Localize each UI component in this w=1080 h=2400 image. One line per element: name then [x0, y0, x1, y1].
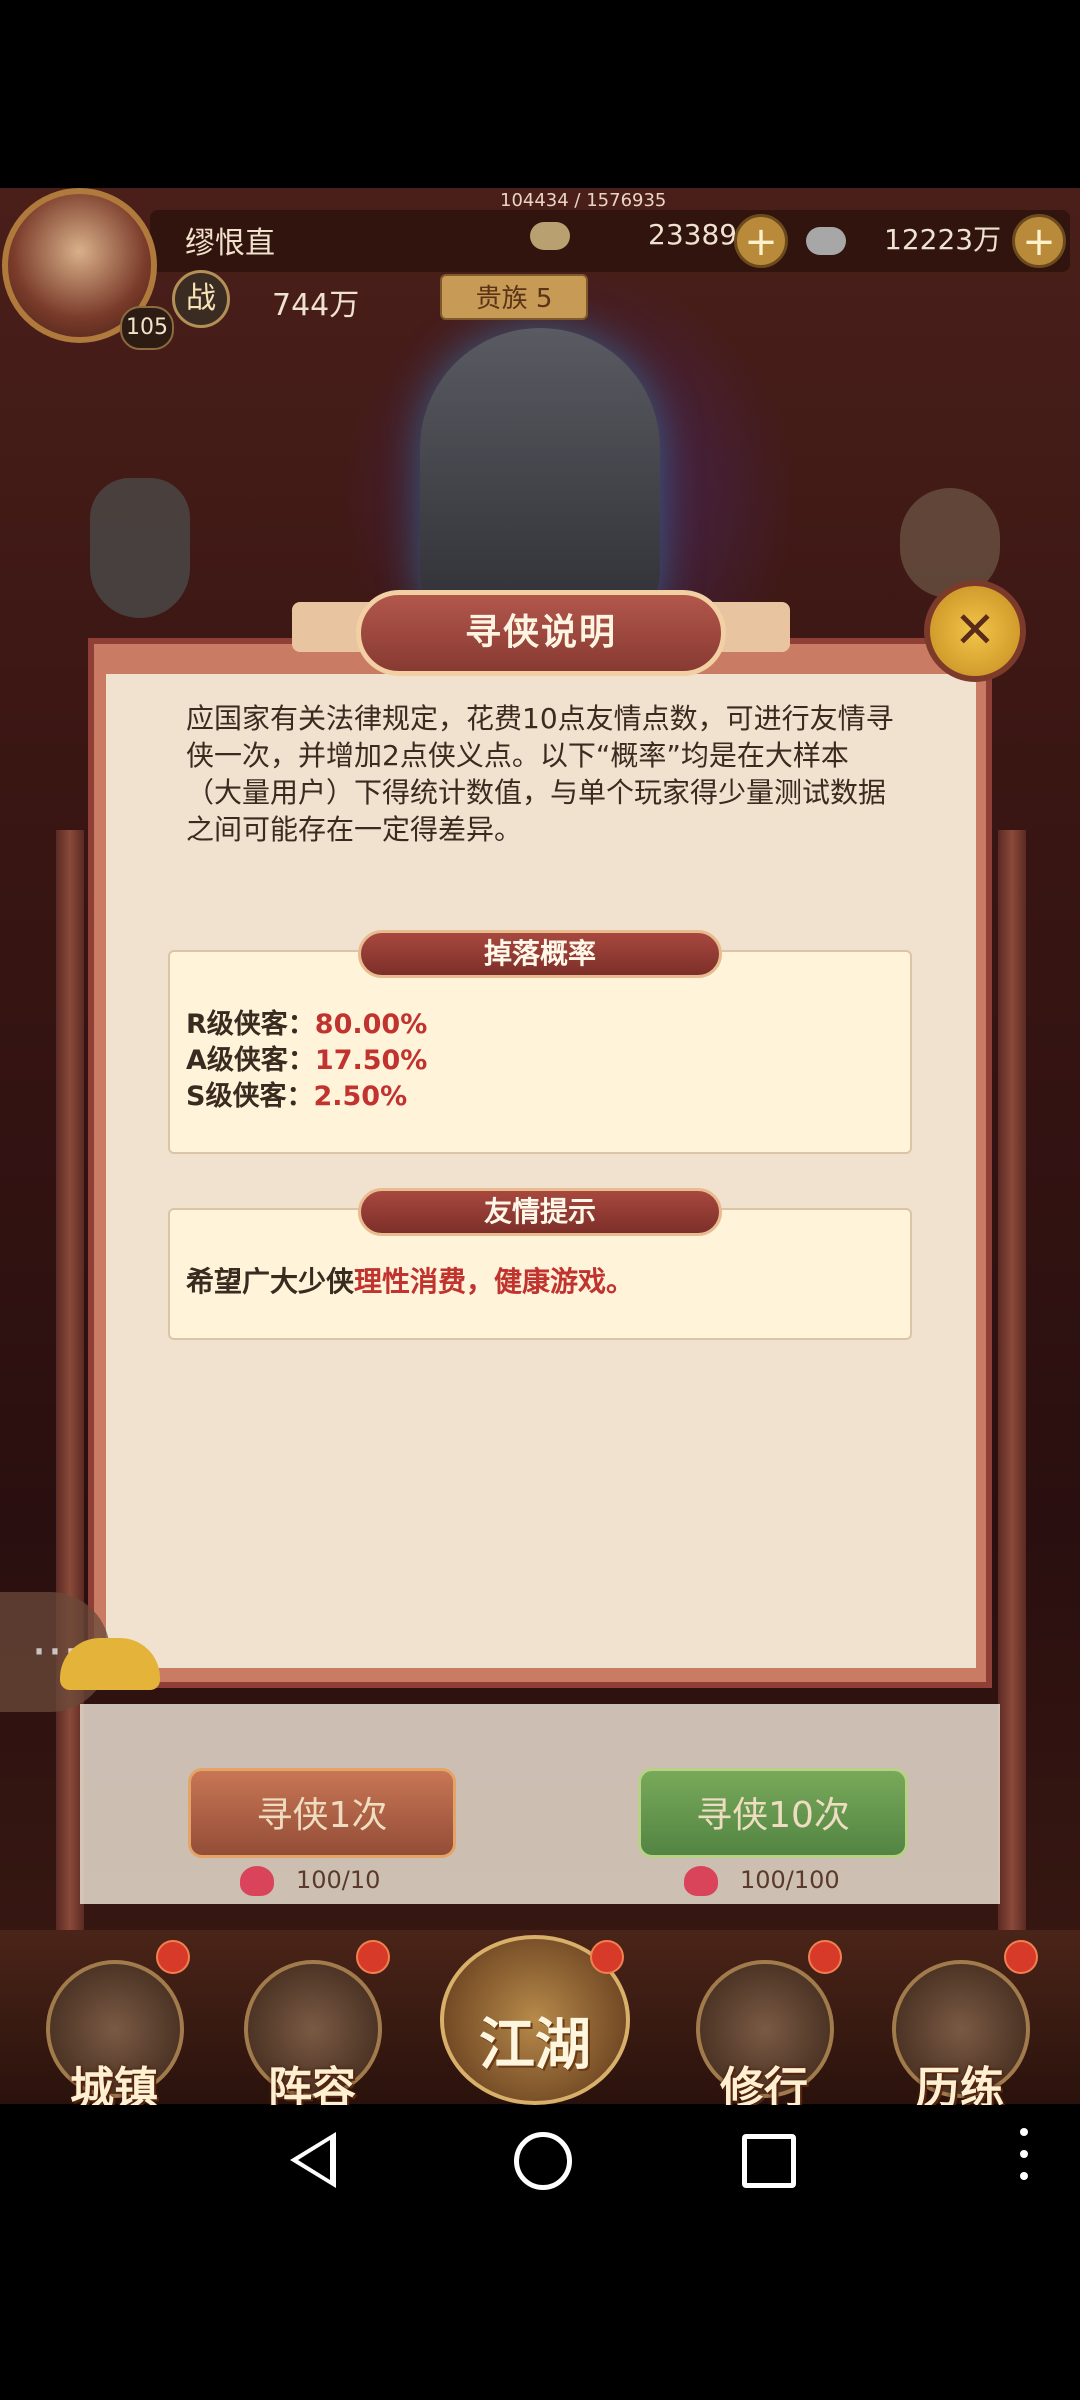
gold-resource: 23389: [530, 218, 737, 264]
notification-dot: [590, 1940, 624, 1974]
back-icon[interactable]: [290, 2132, 336, 2188]
notification-dot: [356, 1940, 390, 1974]
close-icon: ✕: [954, 601, 996, 659]
power-value: 744万: [272, 288, 360, 323]
close-button[interactable]: ✕: [924, 580, 1026, 682]
notification-dot: [1004, 1940, 1038, 1974]
recruit-ten-button[interactable]: 寻侠10次: [638, 1768, 908, 1858]
heart-icon: [240, 1866, 274, 1896]
gold-value: 23389: [648, 218, 738, 251]
add-gold-button[interactable]: +: [734, 214, 788, 268]
intro-text: 应国家有关法律规定，花费10点友情点数，可进行友情寻侠一次，并增加2点侠义点。以…: [186, 702, 894, 846]
nav-jianghu-label: 江湖: [479, 2013, 591, 2078]
add-silver-button[interactable]: +: [1012, 214, 1066, 268]
home-icon[interactable]: [514, 2132, 572, 2190]
tip-tab: 友情提示: [358, 1188, 722, 1236]
power-icon: 战: [172, 270, 230, 328]
heart-icon: [684, 1866, 718, 1896]
noble-rank-badge[interactable]: 贵族 5: [440, 274, 588, 320]
player-level: 105: [120, 306, 174, 350]
silver-value: 12223万: [884, 223, 1002, 256]
recents-icon[interactable]: [742, 2134, 796, 2188]
rate-s: S级侠客：2.50%: [186, 1081, 408, 1112]
recruit-once-button[interactable]: 寻侠1次: [188, 1768, 456, 1858]
cost-ten: 100/100: [684, 1866, 840, 1896]
rate-a: A级侠客：17.50%: [186, 1045, 428, 1076]
gold-ornament: [60, 1638, 160, 1690]
notification-dot: [808, 1940, 842, 1974]
dialog-title: 寻侠说明: [356, 590, 726, 676]
exp-text: 104434 / 1576935: [500, 190, 667, 211]
player-name: 缪恨直: [185, 226, 275, 261]
silver-resource: 12223万: [806, 218, 1001, 264]
rate-r: R级侠客：80.00%: [186, 1009, 428, 1040]
gold-ingot-icon: [530, 222, 570, 250]
vase-decoration: [90, 478, 190, 618]
drop-rate-tab: 掉落概率: [358, 930, 722, 978]
tip-text: 希望广大少侠理性消费，健康游戏。: [186, 1265, 635, 1298]
notification-dot: [156, 1940, 190, 1974]
cost-once: 100/10: [240, 1866, 380, 1896]
top-black-bar: [0, 0, 1080, 188]
pillar-right: [998, 830, 1026, 1930]
more-options-icon[interactable]: [1020, 2128, 1028, 2188]
silver-ingot-icon: [806, 227, 846, 255]
